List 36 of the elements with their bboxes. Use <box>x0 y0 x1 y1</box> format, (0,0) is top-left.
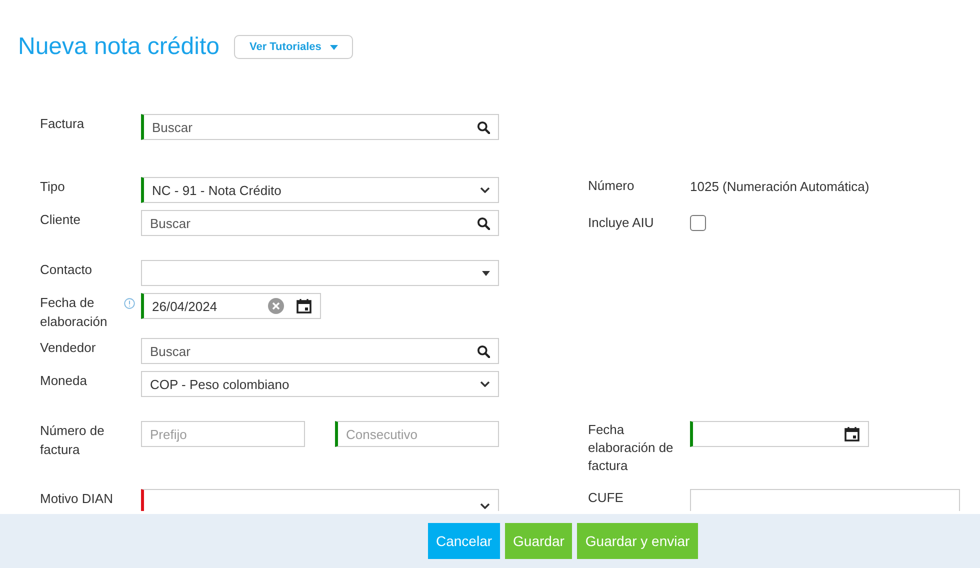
search-field[interactable]: Buscar <box>141 114 499 140</box>
dropdown-field[interactable]: COP - Peso colombiano <box>141 371 499 397</box>
dropdown-field[interactable] <box>141 260 499 286</box>
calendar-icon[interactable] <box>844 426 860 442</box>
chevron-icon <box>480 503 490 509</box>
search-field[interactable]: Buscar <box>141 210 499 236</box>
clear-icon[interactable] <box>268 298 284 314</box>
dropdown-field[interactable]: NC - 91 - Nota Crédito <box>141 177 499 203</box>
field-label: Fecha elaboración de factura <box>588 421 674 475</box>
field-label: CUFE <box>588 489 624 507</box>
dropdown-field[interactable] <box>141 489 499 511</box>
search-field[interactable]: Buscar <box>141 338 499 364</box>
field-label: Factura <box>40 115 84 133</box>
field-label: Moneda <box>40 372 87 390</box>
date-field[interactable] <box>690 421 869 447</box>
field-label: Contacto <box>40 261 92 279</box>
field-label: Número <box>588 177 634 195</box>
field-value: 1025 (Numeración Automática) <box>690 178 870 196</box>
chevron-icon <box>480 187 490 193</box>
date-field[interactable]: 26/04/2024 <box>141 293 321 319</box>
field-label: Motivo DIAN <box>40 490 113 508</box>
search-icon <box>477 344 490 358</box>
search-icon <box>477 120 490 134</box>
field-label: Cliente <box>40 211 80 229</box>
field-label: Vendedor <box>40 339 96 357</box>
chevron-icon <box>480 381 490 387</box>
caret-icon <box>482 270 490 276</box>
page-title: Nueva nota crédito <box>18 32 220 62</box>
calendar-icon[interactable] <box>296 298 312 314</box>
checkbox[interactable] <box>690 215 706 231</box>
field-label: Tipo <box>40 178 65 196</box>
search-icon <box>477 216 490 230</box>
caret-icon <box>330 44 338 50</box>
field-label: Número de factura <box>40 422 106 459</box>
field-label: Fecha de elaboración <box>40 294 108 331</box>
field-label: Incluye AIU <box>588 214 654 232</box>
